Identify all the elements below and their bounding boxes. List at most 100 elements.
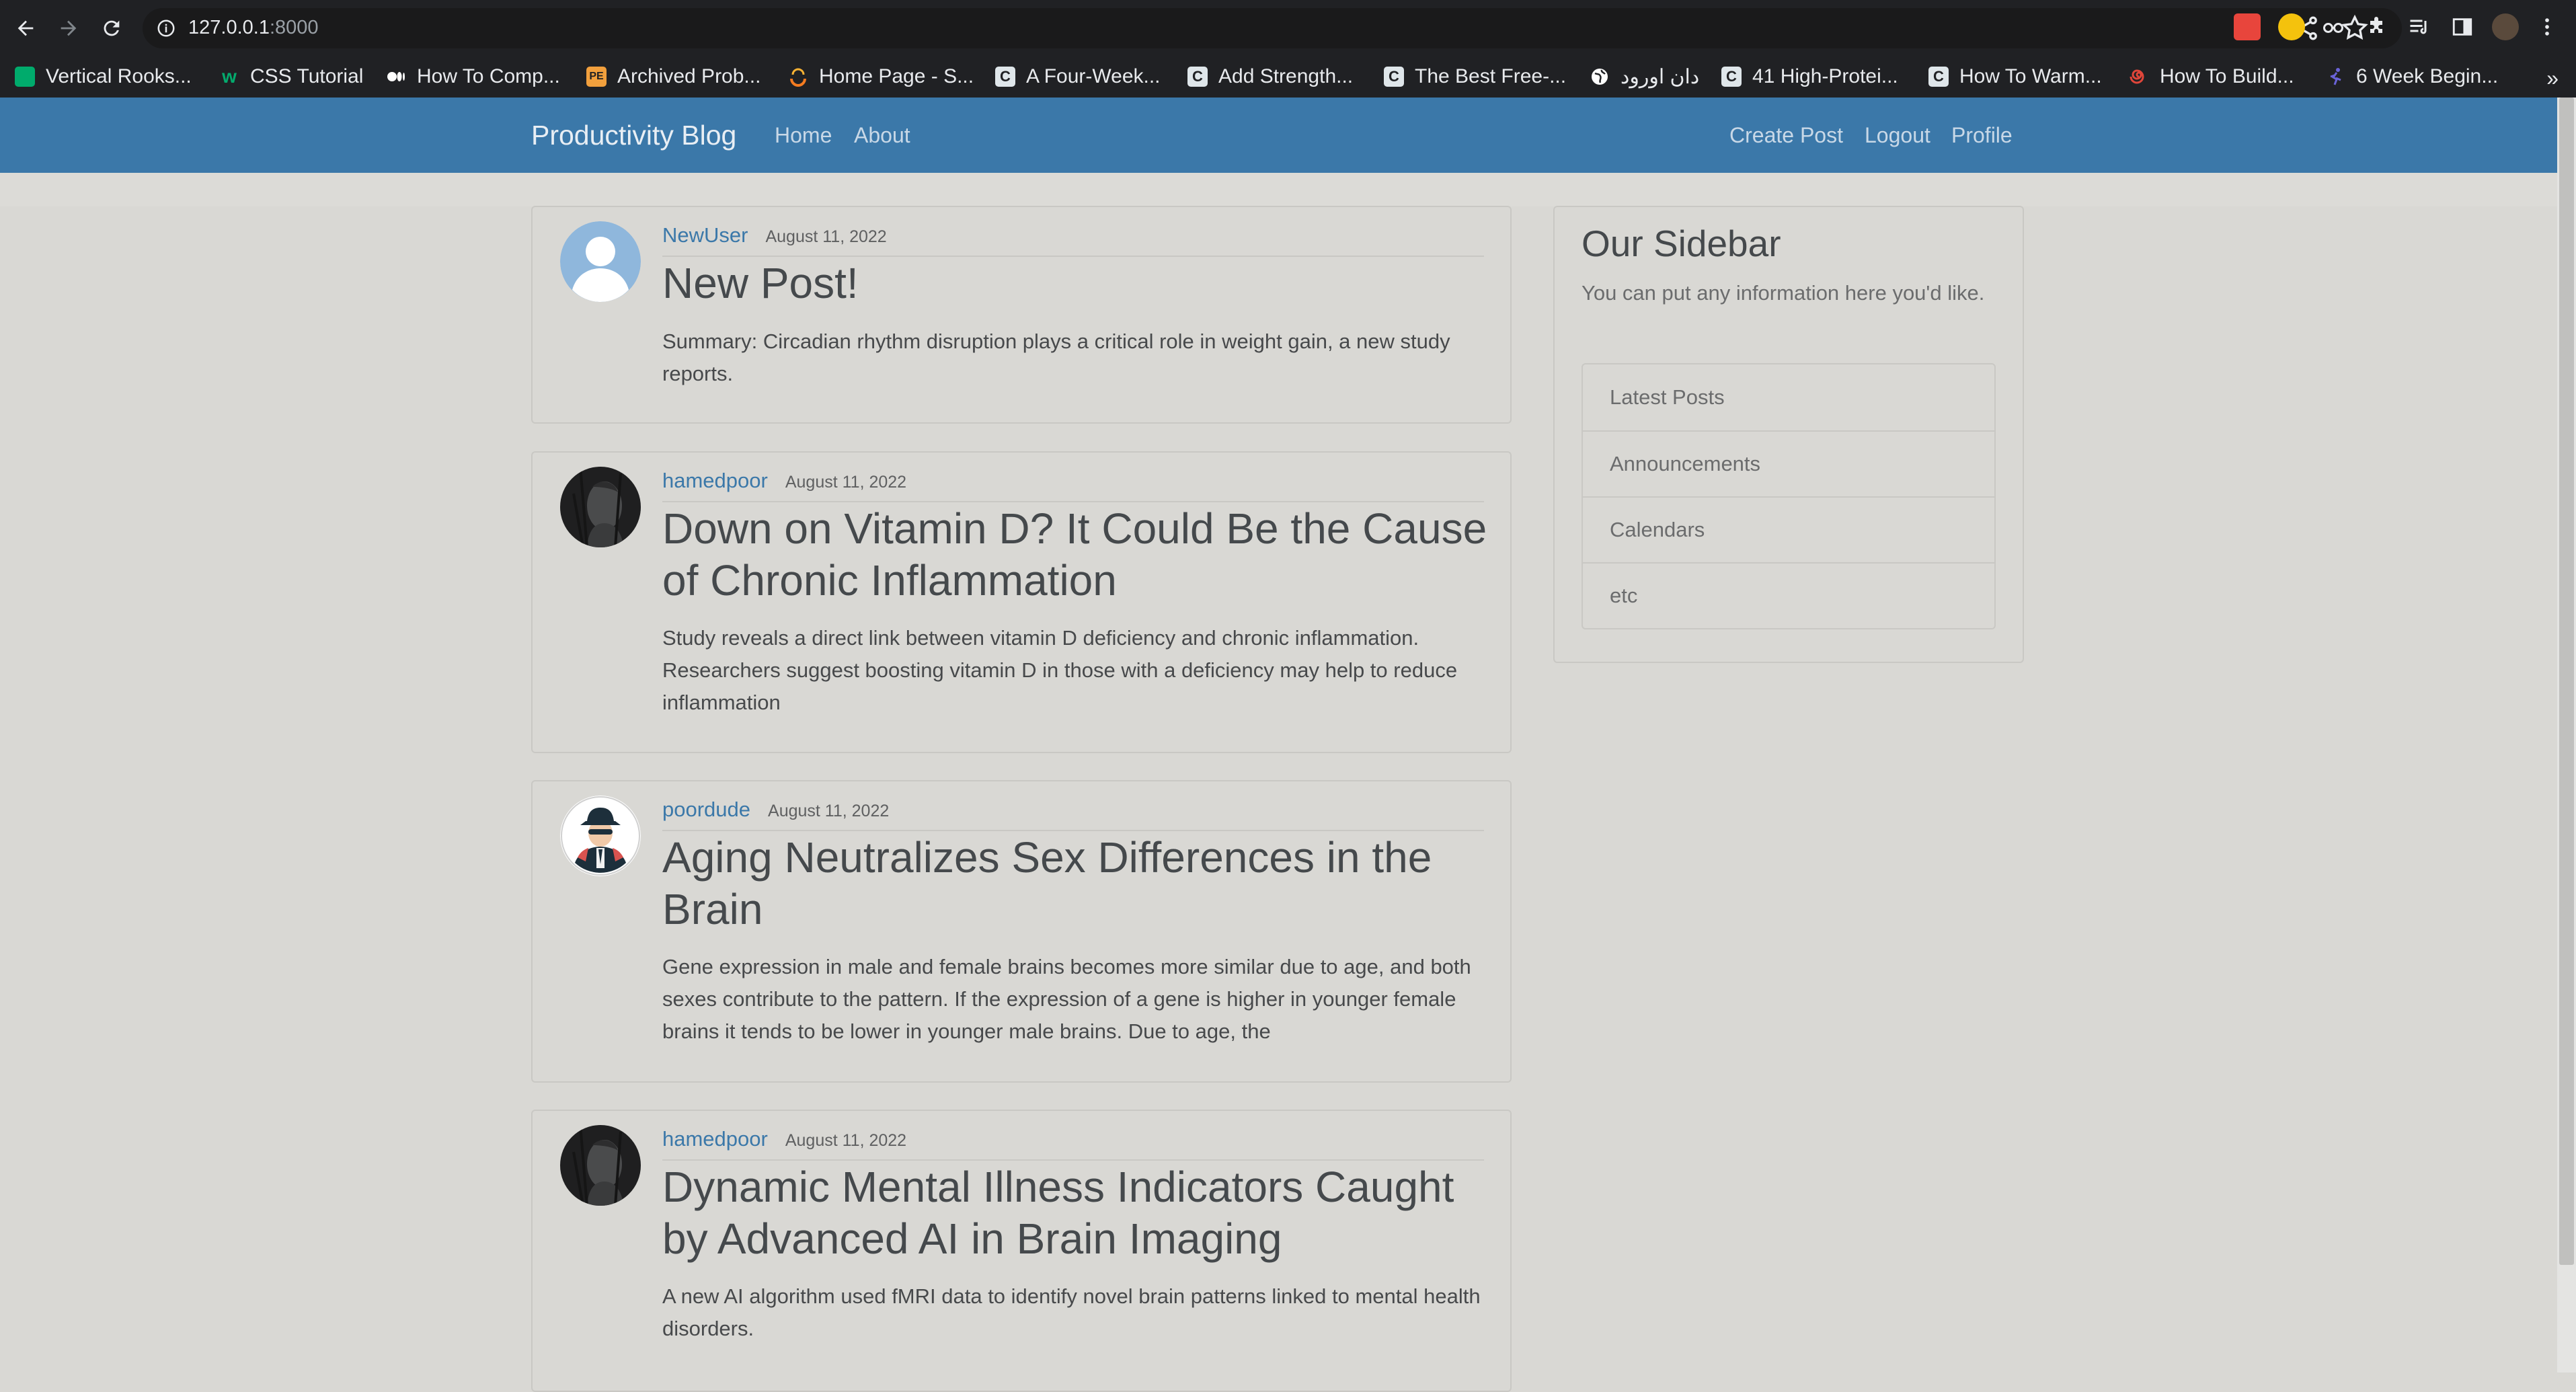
arrow-left-icon bbox=[17, 20, 34, 36]
browser-chrome: 127.0.0.1:8000 Vertical Rooks... w CSS Tu… bbox=[0, 0, 2576, 98]
post-title-link[interactable]: Dynamic Mental Illness Indicators Caught… bbox=[662, 1161, 1493, 1265]
bookmark-item[interactable]: Home Page - S... bbox=[788, 61, 974, 93]
post-author-link[interactable]: NewUser bbox=[662, 223, 748, 247]
bookmark-label: Home Page - S... bbox=[819, 65, 974, 87]
post-author-link[interactable]: poordude bbox=[662, 798, 750, 821]
bookmark-label: How To Warm... bbox=[1959, 65, 2102, 87]
post-meta: hamedpoor August 11, 2022 bbox=[662, 469, 1484, 502]
sidebar-list: Latest Posts Announcements Calendars etc bbox=[1582, 363, 1996, 629]
bookmark-item[interactable]: PE Archived Prob... bbox=[586, 61, 760, 93]
bookmark-item[interactable]: C The Best Free-... bbox=[1384, 61, 1566, 93]
more-bookmarks-icon[interactable]: » bbox=[2546, 66, 2559, 91]
post-meta: NewUser August 11, 2022 bbox=[662, 223, 1484, 257]
sidebar-description: You can put any information here you'd l… bbox=[1582, 281, 1985, 305]
nav-create-post-link[interactable]: Create Post bbox=[1729, 123, 1843, 148]
bookmark-label: Add Strength... bbox=[1218, 65, 1354, 87]
c-letter-icon: C bbox=[1721, 67, 1742, 87]
post-author-link[interactable]: hamedpoor bbox=[662, 1127, 768, 1151]
projecteuler-icon: PE bbox=[586, 67, 607, 87]
bookmark-item[interactable]: 6 Week Begin... bbox=[2325, 61, 2498, 93]
bookmarks-bar: Vertical Rooks... w CSS Tutorial How To C… bbox=[0, 56, 2576, 97]
sidebar-item-announcements[interactable]: Announcements bbox=[1583, 430, 1994, 496]
dark-portrait-avatar[interactable] bbox=[560, 467, 641, 547]
post-meta: hamedpoor August 11, 2022 bbox=[662, 1127, 1484, 1161]
spy-hat-avatar[interactable] bbox=[560, 796, 641, 876]
post-summary: A new AI algorithm used fMRI data to ide… bbox=[662, 1284, 1481, 1340]
site-brand[interactable]: Productivity Blog bbox=[531, 120, 736, 151]
content-top-band bbox=[0, 173, 2557, 206]
bookmark-label: 41 High-Protei... bbox=[1752, 65, 1898, 87]
browser-toolbar: 127.0.0.1:8000 bbox=[0, 0, 2576, 56]
bookmark-item[interactable]: How To Comp... bbox=[386, 61, 560, 93]
bookmark-item[interactable]: C 41 High-Protei... bbox=[1721, 61, 1898, 93]
spiral-icon bbox=[2129, 67, 2149, 87]
dark-portrait-avatar[interactable] bbox=[560, 1125, 641, 1206]
post-card: NewUser August 11, 2022 New Post! Summary… bbox=[531, 206, 1512, 424]
sidebar-title: Our Sidebar bbox=[1582, 223, 1781, 264]
post-summary: Summary: Circadian rhythm disruption pla… bbox=[662, 330, 1450, 385]
bookmark-label: Vertical Rooks... bbox=[46, 65, 192, 87]
sidebar-item-calendars[interactable]: Calendars bbox=[1583, 496, 1994, 562]
post-card: hamedpoor August 11, 2022 Dynamic Mental … bbox=[531, 1110, 1512, 1392]
bookmark-item[interactable]: w CSS Tutorial bbox=[219, 61, 363, 93]
post-card: poordude August 11, 2022 Aging Neutralize… bbox=[531, 780, 1512, 1083]
post-author-link[interactable]: hamedpoor bbox=[662, 469, 768, 492]
default-avatar-icon[interactable] bbox=[560, 221, 641, 302]
url-port: :8000 bbox=[269, 17, 319, 38]
post-date: August 11, 2022 bbox=[785, 473, 907, 492]
bookmark-item[interactable]: C How To Warm... bbox=[1928, 61, 2102, 93]
bookmark-item[interactable]: C A Four-Week... bbox=[995, 61, 1161, 93]
post-date: August 11, 2022 bbox=[765, 227, 887, 246]
bookmark-label: 6 Week Begin... bbox=[2356, 65, 2499, 87]
nav-profile-link[interactable]: Profile bbox=[1951, 123, 2013, 148]
post-title-link[interactable]: New Post! bbox=[662, 258, 1493, 309]
bookmark-label: دان اورود bbox=[1621, 65, 1700, 88]
post-card: hamedpoor August 11, 2022 Down on Vitamin… bbox=[531, 451, 1512, 753]
profile-avatar-icon[interactable] bbox=[2492, 13, 2519, 40]
forward-button[interactable] bbox=[52, 12, 85, 44]
sololearn-icon bbox=[788, 67, 808, 87]
back-button[interactable] bbox=[9, 12, 42, 44]
bookmark-label: Archived Prob... bbox=[617, 65, 761, 87]
bookmark-item[interactable]: دان اورود bbox=[1590, 61, 1699, 93]
nav-logout-link[interactable]: Logout bbox=[1865, 123, 1930, 148]
url-text: 127.0.0.1:8000 bbox=[188, 17, 319, 39]
reload-button[interactable] bbox=[95, 12, 128, 44]
info-icon bbox=[157, 20, 175, 37]
c-letter-icon: C bbox=[995, 67, 1015, 87]
side-panel-icon[interactable] bbox=[2449, 13, 2476, 40]
bookmark-label: How To Build... bbox=[2160, 65, 2294, 87]
extension-yellow-icon[interactable] bbox=[2278, 13, 2305, 40]
extensions-puzzle-icon[interactable] bbox=[2363, 13, 2390, 40]
sidebar-item-etc[interactable]: etc bbox=[1583, 562, 1994, 628]
address-bar[interactable]: 127.0.0.1:8000 bbox=[143, 8, 2402, 48]
browser-menu-icon[interactable] bbox=[2534, 13, 2561, 40]
medium-icon bbox=[386, 67, 406, 87]
site-navbar: Productivity Blog Home About Create Post… bbox=[0, 98, 2557, 173]
bookmark-item[interactable]: How To Build... bbox=[2129, 61, 2294, 93]
extension-red-icon[interactable] bbox=[2234, 13, 2261, 40]
reading-list-icon[interactable] bbox=[2406, 13, 2433, 40]
post-date: August 11, 2022 bbox=[785, 1131, 907, 1150]
c-letter-icon: C bbox=[1187, 67, 1208, 87]
post-summary: Study reveals a direct link between vita… bbox=[662, 626, 1458, 714]
post-meta: poordude August 11, 2022 bbox=[662, 798, 1484, 831]
runner-icon bbox=[2325, 67, 2345, 87]
extension-glasses-icon[interactable] bbox=[2320, 13, 2347, 40]
bookmark-label: The Best Free-... bbox=[1415, 65, 1567, 87]
post-title-link[interactable]: Down on Vitamin D? It Could Be the Cause… bbox=[662, 503, 1493, 607]
globe-icon bbox=[1590, 67, 1610, 87]
scrollbar-thumb[interactable] bbox=[2559, 98, 2574, 1265]
c-letter-icon: C bbox=[1384, 67, 1404, 87]
nav-home-link[interactable]: Home bbox=[775, 123, 832, 148]
bookmark-item[interactable]: C Add Strength... bbox=[1187, 61, 1353, 93]
bookmark-item[interactable]: Vertical Rooks... bbox=[15, 61, 192, 93]
sidebar-item-latest-posts[interactable]: Latest Posts bbox=[1583, 364, 1994, 430]
post-summary: Gene expression in male and female brain… bbox=[662, 955, 1471, 1043]
bookmark-label: A Four-Week... bbox=[1026, 65, 1161, 87]
post-title-link[interactable]: Aging Neutralizes Sex Differences in the… bbox=[662, 832, 1493, 935]
c-letter-icon: C bbox=[1928, 67, 1949, 87]
reload-icon bbox=[104, 20, 120, 36]
nav-about-link[interactable]: About bbox=[854, 123, 910, 148]
bookmark-label: How To Comp... bbox=[417, 65, 560, 87]
